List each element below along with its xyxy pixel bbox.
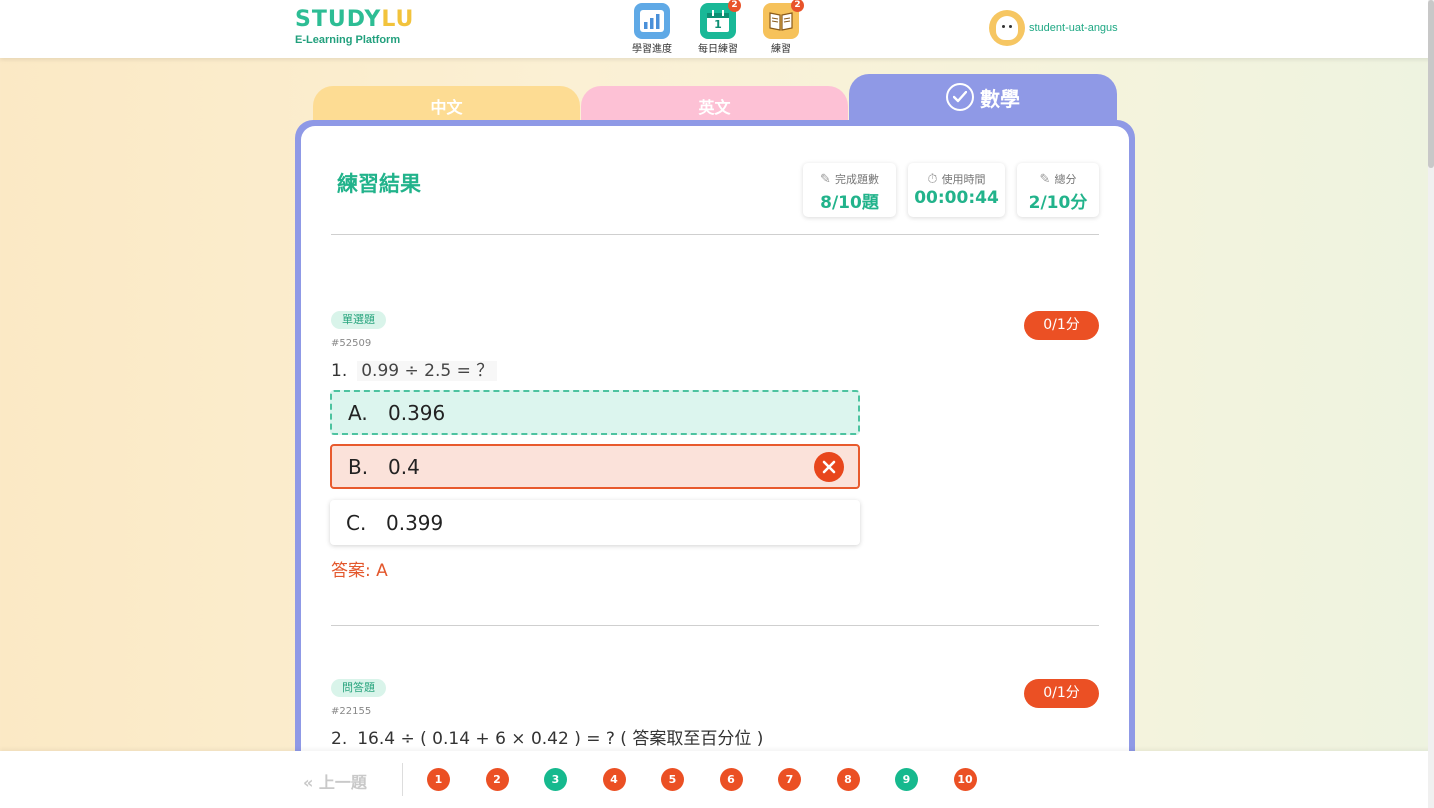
option-c[interactable]: C. 0.399 [330,500,860,545]
nav-learning-progress[interactable]: 學習進度 [622,3,682,55]
nav-label: 每日練習 [698,44,738,55]
question-id: #22155 [331,706,372,717]
check-circle-icon [946,83,974,111]
username: student-uat-angus [1029,22,1118,34]
double-chevron-left-icon: « [303,773,314,792]
avatar [989,10,1025,46]
wrong-x-icon [814,452,844,482]
question-page-button[interactable]: 9 [895,768,918,791]
stat-value: 00:00:44 [914,188,999,208]
nav-label: 學習進度 [632,44,672,55]
scrollbar-thumb[interactable] [1428,0,1434,168]
option-letter: B. [348,454,369,479]
question-page-button[interactable]: 7 [778,768,801,791]
calendar-day: 1 [714,18,722,31]
divider [331,234,1099,235]
nav-label: 練習 [771,44,791,55]
option-a-correct[interactable]: A. 0.396 [330,390,860,435]
question-page-button[interactable]: 10 [953,768,977,791]
stat-completed: ✎ 完成題數 8/10題 [803,163,896,217]
stat-label: 完成題數 [834,173,879,186]
question-expression: 0.99 ÷ 2.5 = ？ [357,361,498,381]
stat-total-score: ✎ 總分 2/10分 [1017,163,1099,217]
tab-math[interactable]: 數學 [849,74,1117,126]
top-header: STUDYLU E-Learning Platform 學習進度 1 2 每日練… [0,0,1434,58]
result-card-content: 練習結果 ✎ 完成題數 8/10題 ⏱ 使用時間 00:00:44 ✎ 總分 2/10… [301,126,1129,808]
question-page-button[interactable]: 2 [485,768,509,791]
question-id: #52509 [331,338,372,349]
previous-question-button[interactable]: « 上一題 [303,769,367,793]
tab-math-label: 數學 [980,86,1020,111]
result-card: 練習結果 ✎ 完成題數 8/10題 ⏱ 使用時間 00:00:44 ✎ 總分 2/10… [295,120,1135,808]
previous-question-label: 上一題 [318,773,367,792]
question-score-badge: 0/1分 [1024,311,1099,340]
divider [402,763,403,796]
user-menu[interactable]: student-uat-angus [989,10,1118,46]
stat-value: 8/10題 [820,193,879,213]
option-value: 0.4 [388,454,420,479]
question-type-badge: 問答題 [331,679,386,697]
document-icon: ✎ [820,171,831,187]
question-pagination-bar: « 上一題 1 2 3 4 5 6 7 8 9 10 [0,751,1434,808]
option-letter: C. [346,510,367,535]
question-type-badge: 單選題 [331,311,386,329]
stat-value: 2/10分 [1028,193,1088,213]
option-letter: A. [348,400,368,425]
question-expression: 16.4 ÷ ( 0.14 + 6 × 0.42 ) = ? ( 答案取至百分位… [357,729,764,749]
logo-subtitle: E-Learning Platform [295,34,401,46]
logo-title: STUDYLU [295,7,415,32]
question-page-button[interactable]: 1 [427,768,450,791]
calendar-icon: 1 2 [700,0,741,39]
nav-practice[interactable]: 2 練習 [751,0,811,55]
question-page-button[interactable]: 8 [836,768,860,791]
question-text: 2. 16.4 ÷ ( 0.14 + 6 × 0.42 ) = ? ( 答案取至百… [331,724,763,749]
question-text: 1. 0.99 ÷ 2.5 = ？ [331,356,498,381]
question-page-button[interactable]: 3 [544,768,567,791]
question-number: 2. [331,729,348,749]
question-page-button[interactable]: 6 [719,768,743,791]
stat-label: 總分 [1054,173,1077,186]
divider [331,625,1099,626]
bar-chart-icon [634,3,670,39]
option-value: 0.396 [388,400,446,425]
question-score-badge: 0/1分 [1024,679,1099,708]
nav-badge: 2 [791,0,804,12]
book-icon: 2 [763,0,804,39]
option-b-selected-wrong[interactable]: B. 0.4 [330,444,860,489]
nav-daily-practice[interactable]: 1 2 每日練習 [688,0,748,55]
page-title: 練習結果 [337,172,421,196]
chick-avatar-icon [996,16,1018,40]
document-icon: ✎ [1039,171,1051,187]
page-scrollbar[interactable] [1428,0,1434,808]
stat-time-used: ⏱ 使用時間 00:00:44 [908,163,1005,217]
question-number: 1. [331,361,348,381]
stat-label: 使用時間 [941,173,986,186]
stopwatch-icon: ⏱ [927,171,938,187]
studylu-logo[interactable]: STUDYLU E-Learning Platform [295,7,415,47]
correct-answer-text: 答案: A [331,561,388,581]
nav-badge: 2 [728,0,741,12]
question-page-button[interactable]: 5 [661,768,684,791]
question-page-button[interactable]: 4 [602,768,626,791]
option-value: 0.399 [386,510,444,535]
